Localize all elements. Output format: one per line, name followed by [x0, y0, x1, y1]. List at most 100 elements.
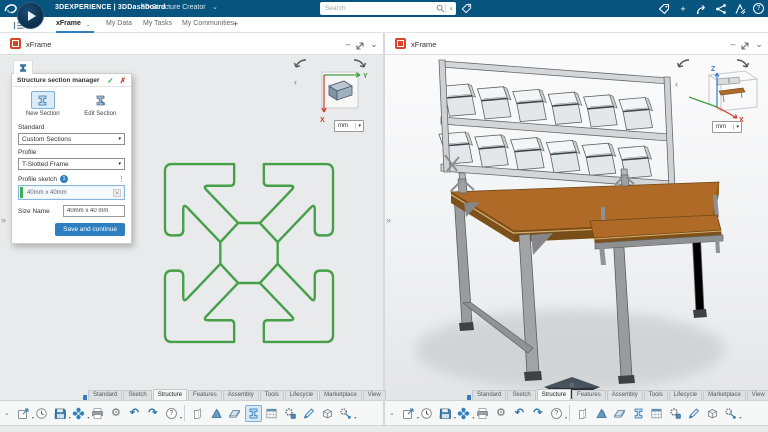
app-title-caret-icon[interactable]: ⌄ [212, 3, 218, 11]
sheet-icon[interactable] [612, 406, 627, 421]
tab-marketplace[interactable]: Marketplace [703, 390, 746, 400]
minimize-icon[interactable]: – [727, 38, 739, 50]
section-manager-icon[interactable] [246, 406, 261, 421]
export-icon[interactable]: ▾ [401, 406, 416, 421]
profile-sketch-field[interactable]: 40mm x 40mm ✕ [18, 185, 125, 200]
settings-icon[interactable]: ⚙ [493, 406, 508, 421]
panel-expander-icon[interactable]: » [1, 215, 6, 225]
view-cube[interactable]: Y X [316, 66, 372, 126]
tab-structure[interactable]: Structure [153, 389, 187, 400]
kebab-menu-icon[interactable]: ⋮ [118, 175, 125, 183]
update-icon[interactable]: ▾ [456, 406, 471, 421]
units-select[interactable]: mm▾ [334, 120, 364, 132]
add-content-icon[interactable]: + [677, 3, 689, 15]
section-manager-icon[interactable] [631, 406, 646, 421]
machining-icon[interactable] [668, 406, 683, 421]
collapse-bar-icon[interactable]: ⌄ [389, 409, 395, 417]
nav-tab-caret-icon[interactable]: ⌄ [86, 22, 90, 28]
customize-icon[interactable]: ▾ [338, 406, 353, 421]
help-icon[interactable]: ?▾ [549, 406, 564, 421]
previous-view-icon[interactable]: ‹ [675, 79, 678, 89]
save-and-continue-button[interactable]: Save and continue [55, 223, 125, 236]
undo-icon[interactable]: ↶ [512, 406, 527, 421]
panel-menu-icon[interactable]: ⌄ [753, 38, 765, 50]
export-icon[interactable]: ▾ [16, 406, 31, 421]
confirm-icon[interactable]: ✓ [107, 76, 113, 85]
tab-structure[interactable]: Structure [537, 389, 571, 400]
tab-assembly[interactable]: Assembly [223, 390, 259, 400]
view-cube[interactable]: Z X [681, 61, 765, 123]
tab-sketch[interactable]: Sketch [123, 390, 151, 400]
units-select[interactable]: mm▾ [712, 121, 742, 133]
redo-icon[interactable]: ↷ [145, 406, 160, 421]
tab-lifecycle[interactable]: Lifecycle [285, 390, 318, 400]
edit-section-button[interactable]: Edit Section [72, 91, 130, 117]
tab-sketch[interactable]: Sketch [507, 390, 535, 400]
nav-tab-xframe[interactable]: xFrame [56, 20, 81, 27]
machining-icon[interactable] [283, 406, 298, 421]
dialog-icon-tab[interactable] [13, 60, 33, 74]
help-icon[interactable]: ? [753, 3, 764, 14]
stylus-icon[interactable] [301, 406, 316, 421]
history-icon[interactable] [419, 406, 434, 421]
tab-lifecycle[interactable]: Lifecycle [669, 390, 702, 400]
prism-icon[interactable] [209, 406, 224, 421]
cancel-icon[interactable]: ✗ [120, 76, 126, 85]
box-icon[interactable] [320, 406, 335, 421]
update-icon[interactable]: ▾ [71, 406, 86, 421]
standard-select[interactable]: Custom Sections▾ [18, 133, 125, 145]
tab-standard[interactable]: Standard [88, 390, 122, 400]
tag-icon[interactable] [461, 3, 472, 14]
print-icon[interactable] [475, 406, 490, 421]
save-icon[interactable]: ▾ [53, 406, 68, 421]
tab-features[interactable]: Features [188, 390, 222, 400]
expand-icon[interactable] [739, 40, 751, 52]
collapse-bar-icon[interactable]: ⌄ [4, 409, 10, 417]
previous-view-icon[interactable]: ‹ [294, 77, 297, 87]
tab-view[interactable]: View [363, 390, 386, 400]
tab-tools[interactable]: Tools [644, 390, 668, 400]
tab-standard[interactable]: Standard [472, 390, 506, 400]
minimize-icon[interactable]: – [342, 38, 354, 50]
profile-sketch[interactable] [162, 162, 336, 344]
sheet-icon[interactable] [227, 406, 242, 421]
model-viewport[interactable]: » [385, 55, 768, 400]
frame-table-icon[interactable] [649, 406, 664, 421]
3dexperience-compass-icon[interactable] [17, 2, 44, 29]
share-arrow-icon[interactable] [696, 3, 708, 15]
share-network-icon[interactable] [715, 3, 727, 15]
history-icon[interactable] [34, 406, 49, 421]
expand-icon[interactable] [354, 40, 366, 52]
settings-icon[interactable]: ⚙ [108, 406, 123, 421]
print-icon[interactable] [90, 406, 105, 421]
box-icon[interactable] [705, 406, 720, 421]
size-name-input[interactable] [63, 205, 125, 217]
search-input[interactable] [320, 5, 436, 12]
tab-features[interactable]: Features [572, 390, 606, 400]
column-icon[interactable] [190, 406, 205, 421]
community-icon[interactable] [734, 3, 746, 15]
tab-tools[interactable]: Tools [260, 390, 284, 400]
add-tab-button[interactable]: + [233, 19, 238, 29]
tab-marketplace[interactable]: Marketplace [319, 390, 362, 400]
column-icon[interactable] [575, 406, 590, 421]
profile-select[interactable]: T-Slotted Frame▾ [18, 158, 125, 170]
search-box[interactable]: ∨ [320, 2, 456, 15]
redo-icon[interactable]: ↷ [530, 406, 545, 421]
search-scope-caret-icon[interactable]: ∨ [446, 6, 456, 12]
undo-icon[interactable]: ↶ [127, 406, 142, 421]
frame-table-icon[interactable] [264, 406, 279, 421]
search-icon[interactable] [436, 4, 445, 13]
tab-view[interactable]: View [747, 390, 768, 400]
label-icon[interactable] [658, 3, 670, 15]
save-icon[interactable]: ▾ [438, 406, 453, 421]
panel-menu-icon[interactable]: ⌄ [368, 38, 380, 50]
nav-tab-my-communities[interactable]: My Communities [182, 20, 234, 27]
prism-icon[interactable] [594, 406, 609, 421]
chip-remove-icon[interactable]: ✕ [113, 189, 121, 197]
nav-tab-my-tasks[interactable]: My Tasks [143, 20, 172, 27]
nav-tab-my-data[interactable]: My Data [106, 20, 132, 27]
customize-icon[interactable]: ▾ [723, 406, 738, 421]
help-icon[interactable]: ?▾ [164, 406, 179, 421]
tab-assembly[interactable]: Assembly [607, 390, 643, 400]
